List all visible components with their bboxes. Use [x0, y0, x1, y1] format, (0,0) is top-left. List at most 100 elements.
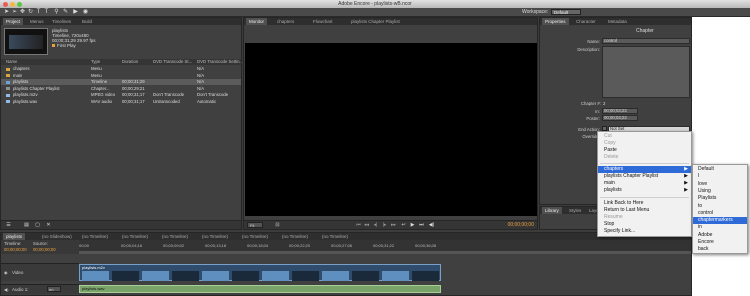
maximize-window-icon[interactable] — [17, 1, 22, 7]
timeline-tab[interactable]: (no Timeline) — [239, 233, 271, 240]
tab-project[interactable]: Project — [3, 18, 24, 25]
name-field[interactable]: control — [602, 38, 690, 44]
video-clip[interactable]: playlists.m2v — [79, 264, 441, 281]
tab-styles[interactable]: Styles — [566, 207, 584, 214]
zoom-tool-icon[interactable]: ⚲ — [53, 9, 60, 16]
source-timecode[interactable]: 00;00;00;00 — [33, 247, 56, 252]
move-tool-icon[interactable]: ✥ — [19, 9, 26, 16]
audio-language-select[interactable]: en — [47, 286, 61, 292]
table-row[interactable]: playlists.wav WAV audio 00;00;31;17 Untrans… — [1, 99, 241, 105]
timeline-tab[interactable]: (no Timeline) — [319, 233, 351, 240]
menu-item-paste[interactable]: Paste — [598, 147, 691, 154]
submenu-item[interactable]: Adobe — [693, 232, 747, 239]
minimize-window-icon[interactable] — [10, 1, 15, 7]
submenu-item[interactable]: I — [693, 173, 747, 180]
column-type[interactable]: Type — [91, 59, 100, 65]
rotate-tool-icon[interactable]: ↻ — [27, 9, 34, 16]
menu-item-link-back[interactable]: Link Back to Here — [598, 200, 691, 207]
tab-library[interactable]: Library — [542, 207, 562, 214]
audio-clip[interactable]: playlists.wav — [79, 285, 441, 293]
menu-item-return-last-menu[interactable]: Return to Last Menu — [598, 207, 691, 214]
workspace-select[interactable]: Default — [551, 9, 581, 15]
menu-item-chapter-playlist[interactable]: playlists Chapter Playlist ▶ — [598, 173, 691, 180]
tab-metadata[interactable]: Metadata — [605, 18, 630, 25]
submenu-item[interactable]: Playlists — [693, 195, 747, 202]
step-forward-icon[interactable]: |▸ — [381, 222, 388, 229]
loop-icon[interactable]: ↩ — [400, 222, 407, 229]
preview-icon[interactable]: ▶ — [72, 9, 79, 16]
tab-properties[interactable]: Properties — [542, 18, 569, 25]
timeline-tab[interactable]: (no Timeline) — [279, 233, 311, 240]
column-duration[interactable]: Duration — [122, 59, 138, 65]
column-transcode-settings[interactable]: DVD Transcode Settin... — [197, 59, 242, 65]
close-window-icon[interactable] — [3, 1, 8, 7]
tab-timelines[interactable]: Timelines — [49, 18, 74, 25]
menu-item-stop[interactable]: Stop — [598, 221, 691, 228]
table-row[interactable]: main Menu N/A — [1, 73, 241, 79]
new-menu-icon[interactable]: ▤ — [23, 222, 30, 229]
delete-icon[interactable]: ✕ — [45, 222, 52, 229]
submenu-item[interactable]: Encore — [693, 239, 747, 246]
submenu-item[interactable]: Using — [693, 188, 747, 195]
tab-monitor[interactable]: Monitor — [246, 18, 268, 25]
menu-item-specify-link[interactable]: Specify Link... — [598, 228, 691, 235]
menu-item-main[interactable]: main ▶ — [598, 180, 691, 187]
selection-tool-icon[interactable]: ➤ — [3, 9, 10, 16]
tab-menus[interactable]: Menus — [27, 18, 47, 25]
eye-icon[interactable]: ◉ — [4, 270, 8, 275]
video-viewer[interactable] — [245, 43, 537, 216]
vertical-text-tool-icon[interactable]: T — [43, 9, 50, 16]
text-tool-icon[interactable]: T — [35, 9, 42, 16]
submenu-item[interactable]: control — [693, 210, 747, 217]
table-row[interactable]: playlists Chapter Playlist Chapter... 00;0… — [1, 86, 241, 92]
play-icon[interactable]: ▶ — [409, 222, 416, 229]
submenu-item[interactable]: back — [693, 246, 747, 253]
poster-field[interactable]: 00;00;03;23 — [602, 115, 638, 121]
speaker-icon[interactable]: ◀) — [4, 287, 8, 292]
tab-flowchart[interactable]: Flowchart — [310, 18, 336, 25]
direct-select-tool-icon[interactable]: ➢ — [11, 9, 18, 16]
tab-chapters[interactable]: chapters — [274, 18, 297, 25]
table-row[interactable]: chapters Menu N/A — [1, 66, 241, 72]
menu-item-cut[interactable]: Cut — [598, 133, 691, 140]
menu-item-copy[interactable]: Copy — [598, 140, 691, 147]
monitor-timecode[interactable]: 00;00;00;00 — [508, 222, 534, 228]
submenu-item[interactable]: chaptermarkers — [693, 217, 747, 224]
table-row[interactable]: playlists Timeline 00;00;31;29 N/A — [1, 79, 241, 85]
go-to-end-icon[interactable]: ⏭ — [418, 222, 425, 229]
time-ruler[interactable]: 00;00 00;00;04;16 00;00;09;02 00;00;13;18 00… — [79, 240, 691, 254]
timeline-tab[interactable]: (no Slideshow) — [39, 233, 75, 240]
new-item-icon[interactable]: ☰ — [5, 222, 12, 229]
safe-area-icon[interactable]: ⊡ — [274, 222, 281, 229]
menu-item-delete[interactable]: Delete — [598, 154, 691, 161]
timeline-tab[interactable]: playlists — [3, 233, 26, 240]
column-name[interactable]: Name — [6, 59, 17, 65]
go-to-start-icon[interactable]: ⏮ — [355, 222, 362, 229]
timeline-timecode[interactable]: 00;00;00;00 — [4, 247, 27, 252]
submenu-item[interactable]: to — [693, 203, 747, 210]
in-field[interactable]: 00;00;03;23 — [602, 108, 638, 114]
table-row[interactable]: playlists.m2v MPEG video 00;00;31;17 Don't … — [1, 92, 241, 98]
menu-item-resume[interactable]: Resume — [598, 214, 691, 221]
step-back-icon[interactable]: ◂| — [372, 222, 379, 229]
build-icon[interactable]: ◉ — [82, 9, 89, 16]
tab-chapter-playlist[interactable]: playlists Chapter Playlist — [348, 18, 403, 25]
timeline-tab[interactable]: (no Timeline) — [159, 233, 191, 240]
new-folder-icon[interactable]: ▢ — [34, 222, 41, 229]
menu-item-chapters[interactable]: chapters ▶ — [598, 166, 691, 173]
description-field[interactable] — [602, 46, 690, 98]
timeline-tab[interactable]: (no Timeline) — [119, 233, 151, 240]
previous-chapter-icon[interactable]: ◂◂ — [363, 222, 370, 229]
tab-character[interactable]: Character — [573, 18, 599, 25]
timeline-tab[interactable]: (no Timeline) — [79, 233, 111, 240]
submenu-item[interactable]: love — [693, 181, 747, 188]
edit-tool-icon[interactable]: ✎ — [62, 9, 69, 16]
zoom-select[interactable]: Fit — [247, 222, 263, 228]
submenu-item[interactable]: in — [693, 224, 747, 231]
submenu-item[interactable]: Default — [693, 166, 747, 173]
column-transcode-status[interactable]: DVD Transcode St... — [153, 59, 197, 65]
timeline-tab[interactable]: (no Timeline) — [199, 233, 231, 240]
menu-item-playlists[interactable]: playlists ▶ — [598, 187, 691, 194]
volume-icon[interactable]: ◀) — [428, 222, 435, 229]
next-chapter-icon[interactable]: ▸▸ — [390, 222, 397, 229]
